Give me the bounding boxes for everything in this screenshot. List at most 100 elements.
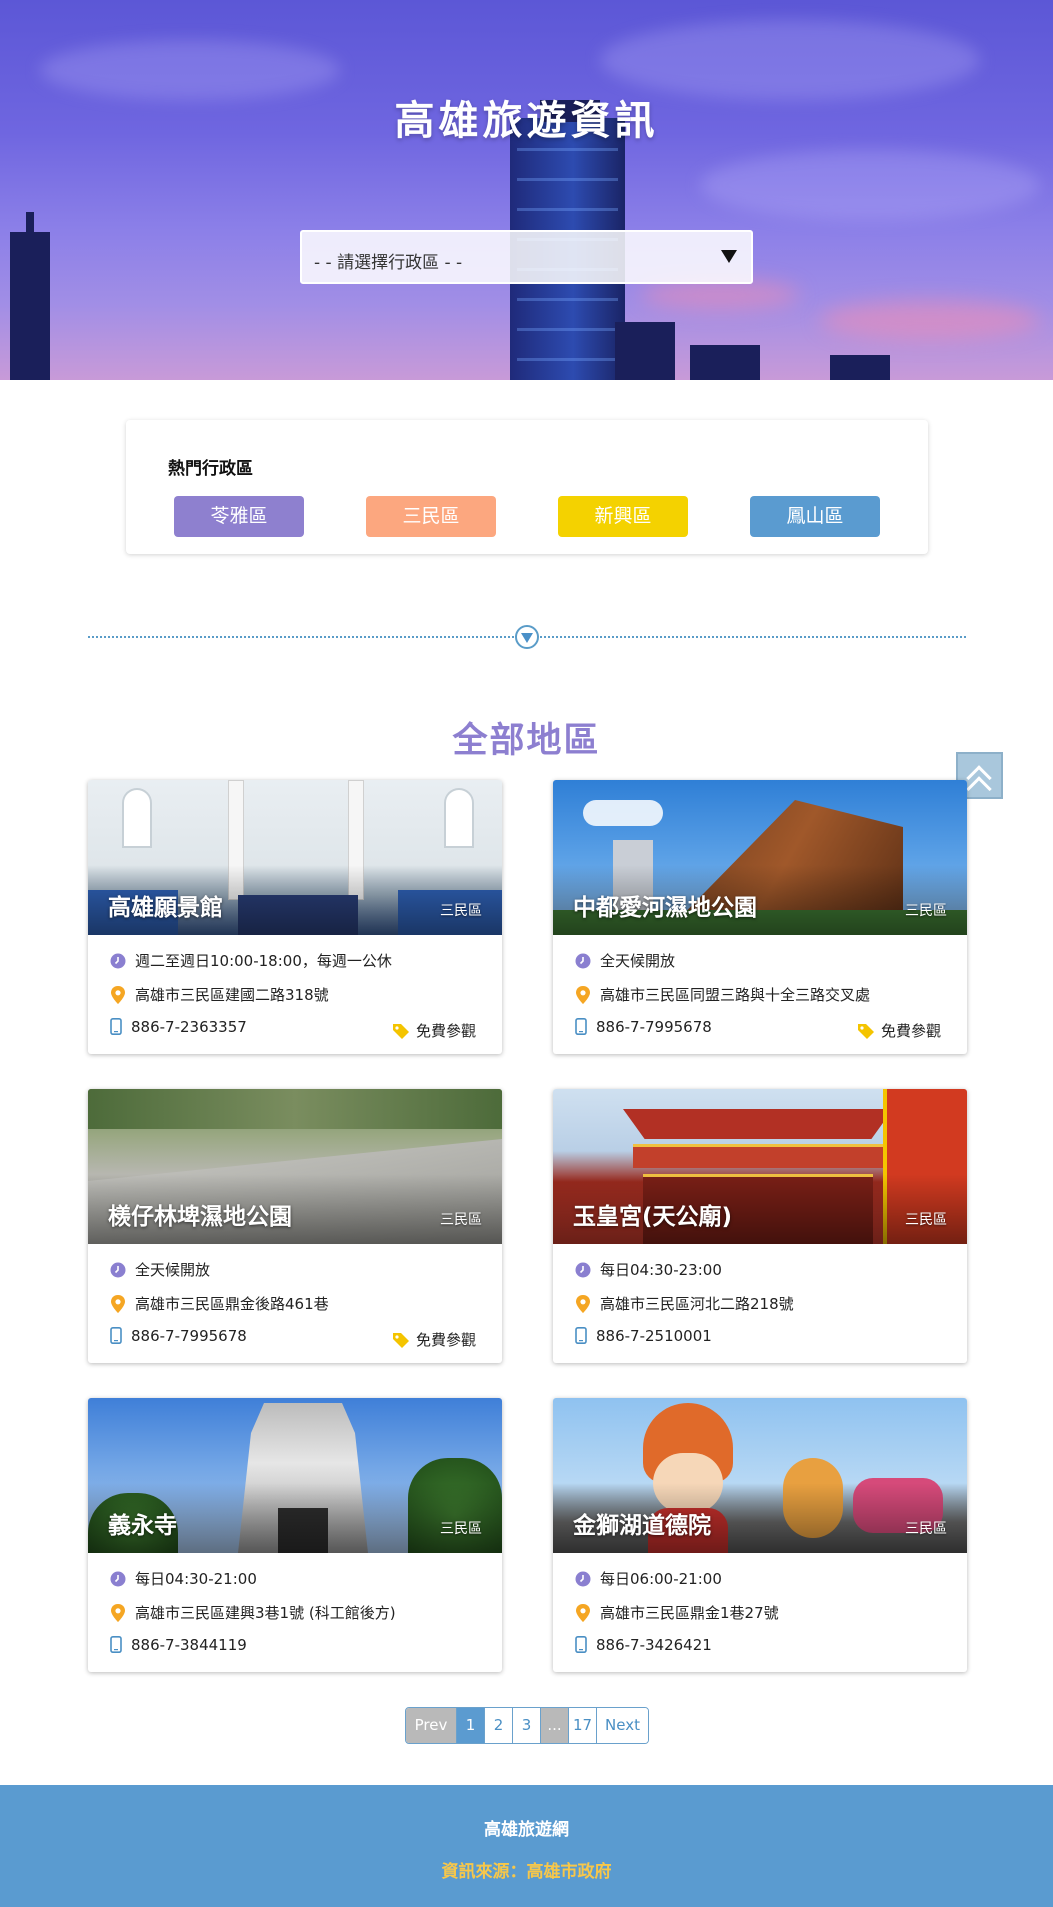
spot-hours: 每日06:00-21:00	[575, 1568, 722, 1589]
spot-address: 高雄市三民區建興3巷1號 (科工館後方)	[110, 1602, 396, 1623]
clock-icon	[575, 1262, 591, 1277]
pagination-page-1[interactable]: 1	[457, 1708, 485, 1743]
spot-name: 中都愛河濕地公園	[573, 895, 757, 921]
spot-district: 三民區	[905, 903, 947, 919]
hot-district-button-xinxing[interactable]: 新興區	[558, 496, 688, 537]
spot-address: 高雄市三民區建國二路318號	[110, 984, 329, 1005]
spot-address: 高雄市三民區鼎金1巷27號	[575, 1602, 779, 1623]
spot-district: 三民區	[440, 903, 482, 919]
phone-icon	[575, 1636, 587, 1653]
spot-card[interactable]: 中都愛河濕地公園 三民區 全天候開放 高雄市三民區同盟三路與十全三路交叉處 88…	[553, 780, 967, 1054]
clock-icon	[575, 953, 591, 968]
spot-name: 義永寺	[108, 1513, 177, 1539]
phone-icon	[575, 1327, 587, 1344]
spot-phone: 886-7-3844119	[110, 1636, 247, 1654]
dropdown-caret-icon	[721, 250, 737, 263]
spot-hours: 全天候開放	[575, 950, 675, 971]
tag-icon	[392, 1332, 409, 1348]
spot-phone-text: 886-7-2510001	[596, 1327, 712, 1345]
spot-address-text: 高雄市三民區同盟三路與十全三路交叉處	[600, 986, 871, 1004]
spot-card[interactable]: 義永寺 三民區 每日04:30-21:00 高雄市三民區建興3巷1號 (科工館後…	[88, 1398, 502, 1672]
location-pin-icon	[111, 985, 125, 1004]
spot-phone: 886-7-2363357	[110, 1018, 247, 1036]
spot-phone: 886-7-3426421	[575, 1636, 712, 1654]
location-pin-icon	[111, 1603, 125, 1622]
spot-phone: 886-7-7995678	[575, 1018, 712, 1036]
hot-district-button-sanmin[interactable]: 三民區	[366, 496, 496, 537]
spot-hours-text: 每日06:00-21:00	[600, 1570, 722, 1588]
spot-ticket: 免費參觀	[857, 1020, 941, 1041]
footer-site-name: 高雄旅遊網	[484, 1820, 569, 1840]
spot-hours-text: 全天候開放	[135, 1261, 211, 1279]
location-pin-icon	[576, 1603, 590, 1622]
spot-address-text: 高雄市三民區建興3巷1號 (科工館後方)	[135, 1604, 396, 1622]
hero-banner: 高雄旅遊資訊 - - 請選擇行政區 - -	[0, 0, 1053, 380]
spot-address: 高雄市三民區同盟三路與十全三路交叉處	[575, 984, 870, 1005]
location-pin-icon	[111, 1294, 125, 1313]
spot-district: 三民區	[905, 1521, 947, 1537]
location-pin-icon	[576, 985, 590, 1004]
spot-address: 高雄市三民區河北二路218號	[575, 1293, 794, 1314]
page-title: 高雄旅遊資訊	[394, 98, 659, 144]
footer-source: 資訊來源：高雄市政府	[441, 1862, 612, 1882]
hot-district-button-fengshan[interactable]: 鳳山區	[750, 496, 880, 537]
spot-hours-text: 週二至週日10:00-18:00，每週一公休	[135, 952, 392, 970]
phone-icon	[110, 1018, 122, 1035]
spot-address-text: 高雄市三民區建國二路318號	[135, 986, 329, 1004]
phone-icon	[575, 1018, 587, 1035]
footer: 高雄旅遊網 資訊來源：高雄市政府	[0, 1785, 1053, 1907]
spot-address-text: 高雄市三民區鼎金1巷27號	[600, 1604, 779, 1622]
spot-ticket-text: 免費參觀	[880, 1022, 941, 1040]
phone-icon	[110, 1327, 122, 1344]
spot-hours-text: 每日04:30-21:00	[135, 1570, 257, 1588]
pagination: Prev 1 2 3 ... 17 Next	[405, 1707, 649, 1744]
spot-ticket: 免費參觀	[392, 1020, 476, 1041]
spot-phone-text: 886-7-2363357	[131, 1018, 247, 1036]
hot-district-button-lingya[interactable]: 苓雅區	[174, 496, 304, 537]
spot-card[interactable]: 玉皇宮(天公廟) 三民區 每日04:30-23:00 高雄市三民區河北二路218…	[553, 1089, 967, 1363]
spot-hours-text: 每日04:30-23:00	[600, 1261, 722, 1279]
scroll-down-icon[interactable]	[515, 625, 539, 649]
spot-hours-text: 全天候開放	[600, 952, 676, 970]
phone-icon	[110, 1636, 122, 1653]
spot-name: 檨仔林埤濕地公園	[108, 1204, 292, 1230]
spot-name: 金獅湖道德院	[573, 1513, 711, 1539]
spot-hours: 每日04:30-23:00	[575, 1259, 722, 1280]
hot-districts-panel: 熱門行政區 苓雅區 三民區 新興區 鳳山區	[126, 420, 928, 554]
spot-hours: 每日04:30-21:00	[110, 1568, 257, 1589]
spot-address: 高雄市三民區鼎金後路461巷	[110, 1293, 329, 1314]
clock-icon	[575, 1571, 591, 1586]
clock-icon	[110, 953, 126, 968]
spot-hours: 全天候開放	[110, 1259, 210, 1280]
pagination-prev-button[interactable]: Prev	[406, 1708, 457, 1743]
spot-district: 三民區	[905, 1212, 947, 1228]
section-title: 全部地區	[452, 721, 601, 761]
pagination-ellipsis: ...	[541, 1708, 569, 1743]
spot-name: 高雄願景館	[108, 895, 223, 921]
pagination-page-3[interactable]: 3	[513, 1708, 541, 1743]
spot-phone-text: 886-7-7995678	[596, 1018, 712, 1036]
tag-icon	[857, 1023, 874, 1039]
spot-card[interactable]: 檨仔林埤濕地公園 三民區 全天候開放 高雄市三民區鼎金後路461巷 886-7-…	[88, 1089, 502, 1363]
spot-hours: 週二至週日10:00-18:00，每週一公休	[110, 950, 392, 971]
tag-icon	[392, 1023, 409, 1039]
hot-districts-title: 熱門行政區	[168, 459, 253, 479]
clock-icon	[110, 1571, 126, 1586]
spot-district: 三民區	[440, 1521, 482, 1537]
spot-phone: 886-7-7995678	[110, 1327, 247, 1345]
location-pin-icon	[576, 1294, 590, 1313]
district-select-placeholder: - - 請選擇行政區 - -	[314, 253, 463, 273]
pagination-page-2[interactable]: 2	[485, 1708, 513, 1743]
pagination-page-last[interactable]: 17	[569, 1708, 597, 1743]
spot-card[interactable]: 高雄願景館 三民區 週二至週日10:00-18:00，每週一公休 高雄市三民區建…	[88, 780, 502, 1054]
district-select[interactable]: - - 請選擇行政區 - -	[300, 230, 753, 284]
spot-phone-text: 886-7-7995678	[131, 1327, 247, 1345]
pagination-next-button[interactable]: Next	[597, 1708, 648, 1743]
spot-phone: 886-7-2510001	[575, 1327, 712, 1345]
spot-address-text: 高雄市三民區河北二路218號	[600, 1295, 794, 1313]
spot-phone-text: 886-7-3426421	[596, 1636, 712, 1654]
clock-icon	[110, 1262, 126, 1277]
skyline-left-tower	[10, 232, 50, 380]
spot-ticket-text: 免費參觀	[415, 1022, 476, 1040]
spot-card[interactable]: 金獅湖道德院 三民區 每日06:00-21:00 高雄市三民區鼎金1巷27號 8…	[553, 1398, 967, 1672]
